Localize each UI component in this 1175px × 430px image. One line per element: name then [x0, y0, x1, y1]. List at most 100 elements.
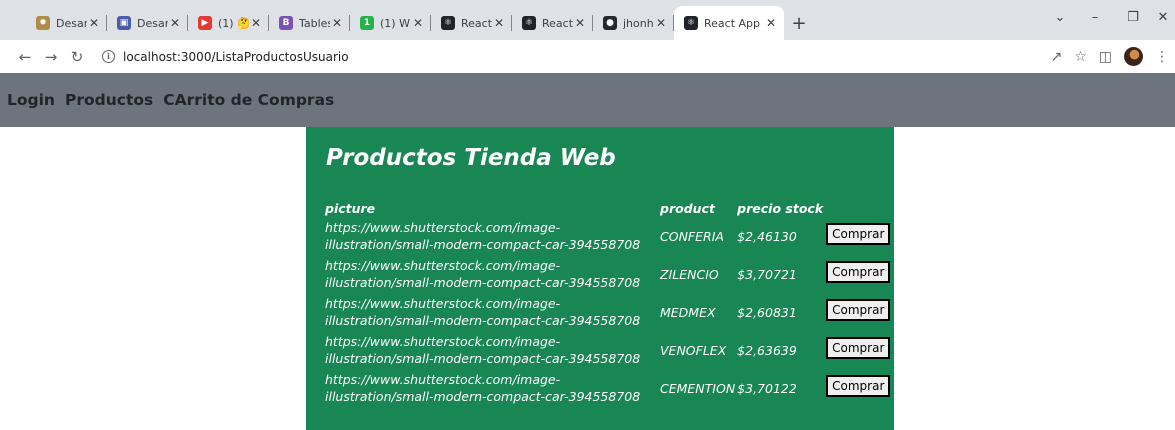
- column-header-action: [824, 201, 890, 217]
- browser-tab-bar: ✹Desarrollo✕▣Desarrollo✕▶(1) 🤔 Cóm✕BTabl…: [0, 0, 1175, 40]
- comprar-button[interactable]: Comprar: [826, 223, 891, 245]
- app-navbar: Login Productos CArrito de Compras: [0, 73, 1175, 127]
- browser-tab[interactable]: ⚛ React App✕: [431, 6, 512, 40]
- tab-favicon-icon: ⚛: [522, 16, 536, 30]
- tab-close-icon[interactable]: ✕: [87, 16, 101, 30]
- action-cell: Comprar: [824, 255, 891, 293]
- comprar-button[interactable]: Comprar: [826, 299, 891, 321]
- stock-value: 31: [780, 304, 797, 320]
- price-value: $2,636: [737, 342, 781, 358]
- price-value: $2,461: [737, 228, 781, 244]
- browser-tab[interactable]: ● jhonhCo/S✕: [593, 6, 674, 40]
- profile-avatar[interactable]: [1124, 47, 1143, 66]
- tab-title: React App: [704, 16, 761, 30]
- product-cell: VENOFLEX: [660, 342, 727, 358]
- picture-cell: https://www.shutterstock.com/image-illus…: [325, 372, 641, 404]
- products-table: picture product precio stock https://www…: [324, 201, 891, 407]
- share-icon[interactable]: ↗: [1050, 49, 1062, 65]
- table-header-row: picture product precio stock: [324, 201, 890, 217]
- tab-title: React App: [461, 16, 492, 30]
- table-row: https://www.shutterstock.com/image-illus…: [324, 293, 891, 331]
- toolbar-right-icons: ↗ ☆ ◫ ⋮: [1050, 44, 1169, 69]
- tab-close-icon[interactable]: ✕: [764, 16, 778, 30]
- close-window-icon[interactable]: ✕: [1140, 0, 1175, 34]
- picture-cell: https://www.shutterstock.com/image-illus…: [325, 334, 641, 366]
- tab-favicon-icon: ▣: [117, 16, 131, 30]
- picture-cell: https://www.shutterstock.com/image-illus…: [325, 258, 641, 290]
- tab-favicon-icon: ✹: [36, 16, 50, 30]
- stock-value: 39: [780, 342, 797, 358]
- tab-close-icon[interactable]: ✕: [411, 16, 425, 30]
- tab-close-icon[interactable]: ✕: [168, 16, 182, 30]
- browser-tab[interactable]: 1 (1) WhatsA✕: [350, 6, 431, 40]
- product-cell: CEMENTION: [660, 380, 736, 396]
- comprar-button[interactable]: Comprar: [826, 375, 891, 397]
- forward-arrow-icon[interactable]: →: [38, 44, 64, 70]
- menu-dots-icon[interactable]: ⋮: [1155, 49, 1169, 65]
- nav-carrito-link[interactable]: CArrito de Compras: [163, 91, 334, 109]
- price-stock-cell: $3,70122: [736, 369, 824, 407]
- page-title: Productos Tienda Web: [326, 145, 616, 171]
- product-cell: ZILENCIO: [660, 266, 719, 282]
- star-icon[interactable]: ☆: [1074, 49, 1087, 65]
- side-panel-icon[interactable]: ◫: [1099, 49, 1112, 65]
- tab-favicon-icon: ⚛: [684, 16, 698, 30]
- tab-favicon-icon: B: [279, 16, 293, 30]
- action-cell: Comprar: [824, 369, 891, 407]
- url-bar[interactable]: i localhost:3000/ListaProductosUsuario: [92, 44, 1022, 69]
- table-row: https://www.shutterstock.com/image-illus…: [324, 331, 891, 369]
- tab-close-icon[interactable]: ✕: [492, 16, 506, 30]
- tab-close-icon[interactable]: ✕: [573, 16, 587, 30]
- price-stock-cell: $2,46130: [736, 217, 824, 255]
- column-header-precio-stock: precio stock: [736, 201, 824, 217]
- tab-favicon-icon: ▶: [198, 16, 212, 30]
- browser-tab[interactable]: ▶ (1) 🤔 Cóm✕: [188, 6, 269, 40]
- tab-title: Desarrollo: [56, 16, 87, 30]
- nav-productos-link[interactable]: Productos: [65, 91, 153, 109]
- table-row: https://www.shutterstock.com/image-illus…: [324, 217, 891, 255]
- tab-title: Tables - Bo: [299, 16, 330, 30]
- table-row: https://www.shutterstock.com/image-illus…: [324, 369, 891, 407]
- product-cell: MEDMEX: [660, 304, 716, 320]
- table-row: https://www.shutterstock.com/image-illus…: [324, 255, 891, 293]
- browser-tab[interactable]: ▣ Desarrollo✕: [107, 6, 188, 40]
- column-header-stock: stock: [785, 201, 824, 216]
- tab-close-icon[interactable]: ✕: [654, 16, 668, 30]
- nav-login-link[interactable]: Login: [7, 91, 55, 109]
- column-header-product: product: [660, 201, 715, 216]
- tab-close-icon[interactable]: ✕: [330, 16, 344, 30]
- tab-title: (1) 🤔 Cóm: [218, 16, 249, 30]
- info-icon[interactable]: i: [102, 50, 115, 63]
- price-value: $3,701: [737, 380, 781, 396]
- address-toolbar: ← → ↻ i localhost:3000/ListaProductosUsu…: [0, 40, 1175, 73]
- new-tab-button[interactable]: +: [784, 6, 814, 40]
- stock-value: 30: [780, 228, 797, 244]
- price-stock-cell: $2,60831: [736, 293, 824, 331]
- price-stock-cell: $3,70721: [736, 255, 824, 293]
- tab-title: jhonhCo/S: [623, 16, 654, 30]
- reload-icon[interactable]: ↻: [64, 44, 90, 70]
- price-value: $2,608: [737, 304, 781, 320]
- comprar-button[interactable]: Comprar: [826, 337, 891, 359]
- tab-title: (1) WhatsA: [380, 16, 411, 30]
- picture-cell: https://www.shutterstock.com/image-illus…: [325, 296, 641, 328]
- browser-tab[interactable]: ✹ Desarrollo✕: [26, 6, 107, 40]
- back-arrow-icon[interactable]: ←: [12, 44, 38, 70]
- picture-cell: https://www.shutterstock.com/image-illus…: [325, 220, 641, 252]
- price-value: $3,707: [737, 266, 781, 282]
- browser-tab[interactable]: ⚛ React App✕: [512, 6, 593, 40]
- product-cell: CONFERIA: [660, 228, 724, 244]
- tab-favicon-icon: 1: [360, 16, 374, 30]
- tab-close-icon[interactable]: ✕: [249, 16, 263, 30]
- browser-tab[interactable]: ⚛ React App✕: [674, 6, 784, 40]
- products-card: Productos Tienda Web picture product pre…: [306, 127, 894, 430]
- action-cell: Comprar: [824, 293, 891, 331]
- comprar-button[interactable]: Comprar: [826, 261, 891, 283]
- products-table-body: https://www.shutterstock.com/image-illus…: [324, 217, 891, 407]
- tab-favicon-icon: ⚛: [441, 16, 455, 30]
- column-header-picture: picture: [325, 201, 376, 216]
- stock-value: 21: [780, 266, 797, 282]
- tab-title: Desarrollo: [137, 16, 168, 30]
- browser-tab[interactable]: B Tables - Bo✕: [269, 6, 350, 40]
- tab-strip: ✹Desarrollo✕▣Desarrollo✕▶(1) 🤔 Cóm✕BTabl…: [26, 6, 784, 40]
